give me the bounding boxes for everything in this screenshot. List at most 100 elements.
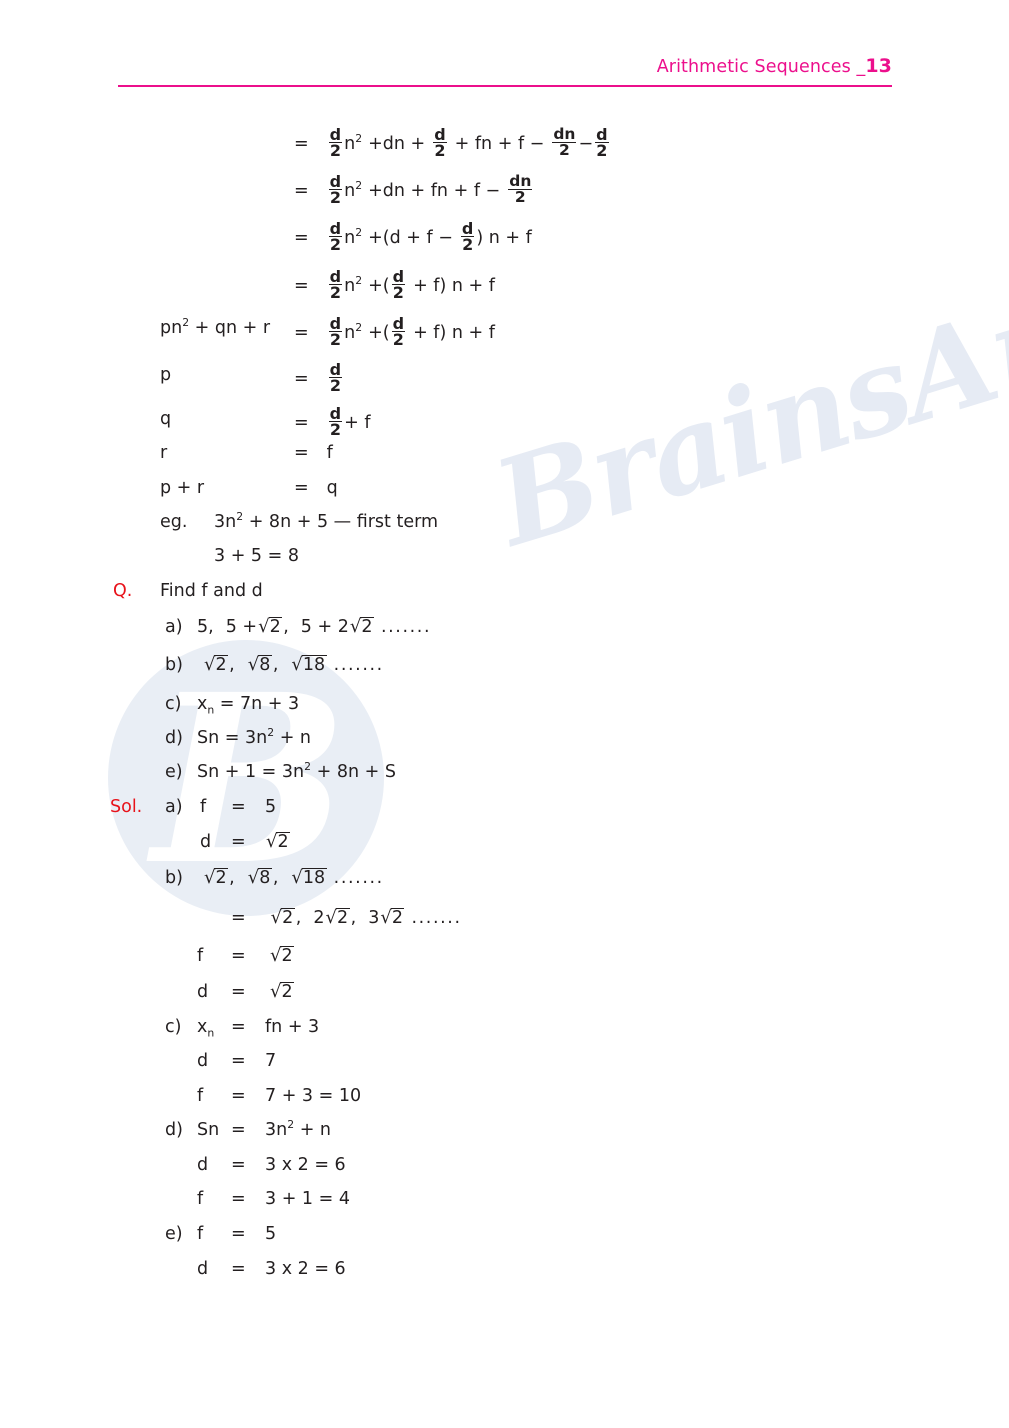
derivation-line-2: = d2 n2 +dn + fn + f − dn 2 [294, 172, 534, 207]
math-term: , [272, 655, 279, 675]
math-term: n2 [344, 131, 363, 154]
sqrt-2: √ 2 [270, 907, 295, 928]
math-term: , [283, 617, 289, 637]
equals-sign: = [294, 180, 309, 201]
sqrt-2: √ 2 [380, 907, 405, 928]
equals-sign: = [294, 368, 309, 389]
math-term: +dn + fn + f − [368, 180, 501, 201]
sqrt-2: √ 2 [270, 981, 295, 1002]
question-item-e: Sn + 1 = 3n2 + 8n + S [197, 760, 396, 782]
solution-d-line-2-rhs: 3 x 2 = 6 [265, 1155, 346, 1175]
solution-b-line-2: = √ 2 , 2 √ 2 , 3 √ 2 ....... [231, 908, 462, 928]
solution-b-line-3-eq: = [231, 946, 246, 966]
fraction-d-over-2: d2 [328, 404, 343, 439]
math-term: +(d + f − [368, 227, 453, 248]
fraction-d-over-2: d2 [433, 125, 447, 160]
solution-c-line-3-eq: = [231, 1086, 246, 1106]
equals-sign: = [294, 133, 309, 154]
sqrt-18: √ 18 [291, 867, 327, 888]
fraction-d-over-2: d2 [328, 219, 343, 254]
derivation-line-8-lhs: r [160, 443, 168, 463]
question-item-letter-a: a) [165, 617, 183, 637]
math-term: , [229, 655, 235, 675]
math-term: +dn + [368, 133, 426, 154]
question-item-letter-e: e) [165, 762, 183, 782]
derivation-line-9-lhs: p + r [160, 478, 205, 498]
solution-d-line-1-lhs: Sn [197, 1120, 220, 1140]
solution-e-line-1-lhs: f [197, 1224, 204, 1244]
solution-part-letter-d: d) [165, 1120, 183, 1140]
sqrt-2: √ 2 [270, 945, 295, 966]
solution-marker: Sol. [110, 797, 143, 817]
question-item-letter-b: b) [165, 655, 183, 675]
question-item-letter-c: c) [165, 694, 182, 714]
solution-c-line-2-lhs: d [197, 1051, 209, 1071]
solution-a-line-2-eq: = [231, 832, 246, 852]
solution-e-line-2-eq: = [231, 1259, 246, 1279]
document-body: = d2 n2 +dn + d2 + fn + f − d n 2 − d2 = d… [0, 0, 1009, 1428]
math-term: + f [344, 412, 371, 433]
solution-d-line-3-lhs: f [197, 1189, 204, 1209]
derivation-line-7: = d2 + f [294, 404, 371, 439]
solution-d-line-2-lhs: d [197, 1155, 209, 1175]
solution-a-line-1-rhs: 5 [265, 797, 277, 817]
math-term: − [578, 133, 594, 154]
fraction-d-over-2: d2 [328, 172, 343, 207]
solution-a-line-2-rhs: √ 2 [265, 832, 291, 852]
equals-sign: = [231, 908, 246, 928]
math-term: ) n + f [476, 227, 532, 248]
ellipsis: ....... [333, 868, 384, 888]
question-item-c: xn = 7n + 3 [197, 694, 300, 717]
math-term: 5 + [225, 617, 258, 637]
derivation-line-4: = d2 n2 +( d2 + f) n + f [294, 267, 495, 302]
solution-a-line-1-lhs: f [200, 797, 207, 817]
math-term: +( [368, 275, 390, 296]
fraction-d-over-2: d2 [460, 219, 475, 254]
derivation-line-5-lhs: pn2 + qn + r [160, 316, 271, 338]
math-term: +( [368, 322, 390, 343]
solution-c-line-2-rhs: 7 [265, 1051, 277, 1071]
sqrt-2: √ 2 [266, 831, 291, 852]
solution-d-line-1-rhs: 3n2 + n [265, 1118, 332, 1140]
sqrt-8: √ 8 [247, 654, 272, 675]
derivation-line-6: = d2 [294, 360, 344, 395]
math-term: n2 [344, 320, 363, 343]
solution-c-line-1-eq: = [231, 1017, 246, 1037]
fraction-d-over-2: d2 [328, 314, 343, 349]
equals-sign: = [294, 322, 309, 343]
derivation-line-8: = f [294, 443, 333, 463]
solution-part-letter-b: b) [165, 868, 183, 888]
math-term: , [272, 868, 279, 888]
math-term: , [229, 868, 235, 888]
solution-e-line-1-eq: = [231, 1224, 246, 1244]
example-label: eg. [160, 512, 188, 532]
solution-c-line-3-rhs: 7 + 3 = 10 [265, 1086, 362, 1106]
math-term: n2 [344, 225, 363, 248]
sqrt-2: √ 2 [204, 654, 229, 675]
derivation-line-9: = q [294, 478, 338, 498]
ellipsis: ....... [380, 617, 432, 637]
equals-sign: = [294, 412, 309, 433]
example-expression: 3n2 + 8n + 5 — first term [214, 510, 439, 532]
solution-part-letter-e: e) [165, 1224, 183, 1244]
solution-b-line-3-lhs: f [197, 946, 204, 966]
solution-d-line-3-eq: = [231, 1189, 246, 1209]
derivation-line-3: = d2 n2 +(d + f − d2 ) n + f [294, 219, 532, 254]
ellipsis: ....... [411, 908, 462, 928]
solution-part-letter-c: c) [165, 1017, 182, 1037]
solution-d-line-1-eq: = [231, 1120, 246, 1140]
derivation-line-5: = d2 n2 +( d2 + f) n + f [294, 314, 495, 349]
solution-part-letter-a: a) [165, 797, 183, 817]
math-term: , [295, 908, 302, 928]
math-term: + fn + f − [454, 133, 545, 154]
math-term: q [326, 478, 338, 498]
fraction-d-over-2: d2 [391, 267, 406, 302]
fraction-d-over-2: d2 [328, 267, 343, 302]
fraction-d-over-2: d2 [328, 360, 343, 395]
sqrt-8: √ 8 [247, 867, 272, 888]
derivation-line-6-lhs: p [160, 365, 172, 385]
solution-a-line-1-eq: = [231, 797, 246, 817]
sqrt-2: √ 2 [325, 907, 350, 928]
solution-b-line-1: √ 2 , √ 8 , √ 18 ....... [197, 868, 384, 888]
math-term: 5 + 2 [300, 617, 349, 637]
